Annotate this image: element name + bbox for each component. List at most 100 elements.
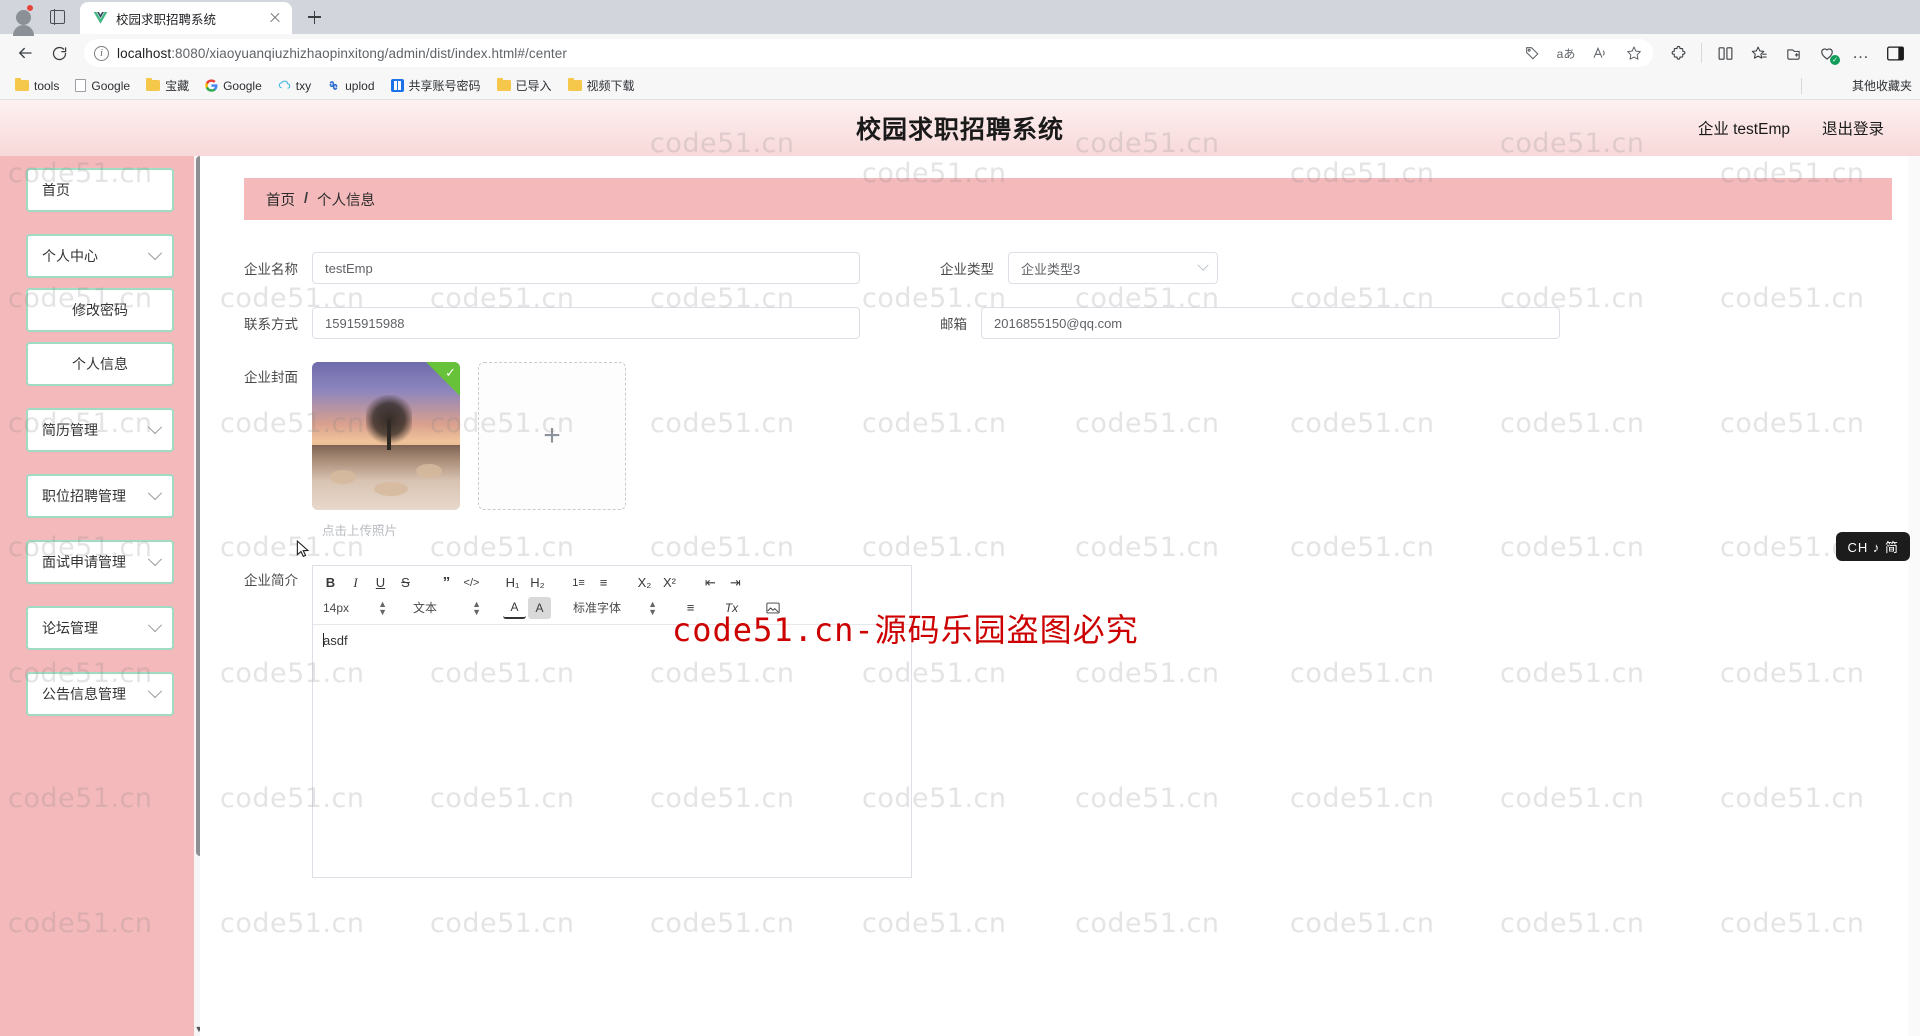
text-style-select[interactable]: 文本 ▲ ▼	[409, 597, 485, 619]
bookmark-label: Google	[91, 78, 131, 93]
content-scrollbar[interactable]	[1908, 156, 1920, 1036]
sidebar-item-label: 面试申请管理	[42, 554, 126, 570]
sidebar-item-personal-info[interactable]: 个人信息	[26, 342, 174, 386]
sidebar-item-forum-management[interactable]: 论坛管理	[26, 606, 174, 650]
contact-input[interactable]: 15915915988	[312, 307, 860, 339]
split-screen-icon[interactable]	[1710, 38, 1740, 68]
profile-button[interactable]	[6, 2, 40, 36]
company-type-field: 企业类型 企业类型3	[860, 252, 1560, 284]
address-bar[interactable]: i localhost:8080/xiaoyuanqiuzhizhaopinxi…	[84, 39, 1653, 67]
company-type-select[interactable]: 企业类型3	[1008, 252, 1218, 284]
uploaded-image-thumbnail[interactable]: ✓	[312, 362, 460, 510]
add-tab-group-icon[interactable]	[1778, 38, 1808, 68]
coupon-icon[interactable]	[1519, 40, 1545, 66]
ime-status-badge[interactable]: CH ♪ 简	[1836, 532, 1910, 561]
company-name-input[interactable]: testEmp	[312, 252, 860, 284]
clear-format-button[interactable]: Tx	[720, 597, 743, 619]
font-color-button[interactable]: A	[503, 597, 526, 619]
bookmark-label: 共享账号密码	[408, 79, 481, 93]
check-icon: ✓	[445, 365, 456, 380]
profile-notification-badge	[26, 4, 34, 12]
bookmark-item[interactable]: Google	[198, 77, 269, 95]
font-family-select[interactable]: 标准字体 ▲ ▼	[569, 597, 661, 619]
superscript-button[interactable]: X²	[658, 572, 681, 594]
sidebar-toggle-icon[interactable]	[1880, 38, 1910, 68]
bookmark-item[interactable]: 宝藏	[139, 75, 196, 96]
info-circle-icon[interactable]: i	[94, 45, 109, 61]
bookmark-item[interactable]: uplod	[320, 77, 381, 95]
contact-label: 联系方式	[244, 317, 298, 332]
close-icon[interactable]	[266, 9, 284, 27]
blue-square-icon	[390, 79, 404, 92]
reload-icon[interactable]	[44, 38, 74, 68]
outdent-button[interactable]: ⇤	[699, 572, 722, 594]
sidebar-item-resume-management[interactable]: 简历管理	[26, 408, 174, 452]
new-tab-button[interactable]	[300, 3, 328, 31]
logout-button[interactable]: 退出登录	[1822, 117, 1884, 139]
profile-form: 企业名称 testEmp 企业类型 企业类型3 联系方式 15915915988…	[200, 252, 1920, 878]
url-path: :8080/xiaoyuanqiuzhizhaopinxitong/admin/…	[171, 45, 567, 61]
chevron-down-icon	[1197, 259, 1209, 271]
address-bar-url: localhost:8080/xiaoyuanqiuzhizhaopinxito…	[117, 46, 1511, 61]
add-photo-button[interactable]: +	[478, 362, 626, 510]
browser-essentials-icon[interactable]: ✓	[1812, 38, 1842, 68]
bookmark-item[interactable]: Google	[68, 77, 137, 95]
sidebar-item-announcement-management[interactable]: 公告信息管理	[26, 672, 174, 716]
translate-icon[interactable]: aあ	[1553, 40, 1579, 66]
bookmark-item[interactable]: 已导入	[490, 75, 559, 96]
heading-1-button[interactable]: H₁	[501, 572, 524, 594]
tencent-cloud-icon	[278, 79, 291, 92]
more-options-icon[interactable]: …	[1846, 38, 1876, 68]
editor-content-area[interactable]: asdf	[313, 625, 911, 877]
underline-button[interactable]: U	[369, 572, 392, 594]
bullet-list-button[interactable]: ≡	[592, 572, 615, 594]
other-favorites-button[interactable]: 其他收藏夹	[1847, 77, 1912, 94]
bookmark-item[interactable]: tools	[8, 77, 66, 95]
bookmark-item[interactable]: 视频下载	[561, 75, 642, 96]
heading-2-button[interactable]: H₂	[526, 572, 549, 594]
breadcrumb-separator: /	[304, 191, 309, 207]
collections-icon[interactable]	[1744, 38, 1774, 68]
breadcrumb-home[interactable]: 首页	[266, 189, 295, 210]
company-name-field: 企业名称 testEmp	[200, 252, 860, 284]
back-arrow-icon[interactable]	[10, 38, 40, 68]
extensions-icon[interactable]	[1663, 38, 1693, 68]
read-aloud-icon[interactable]	[1587, 40, 1613, 66]
sidebar-item-job-recruitment[interactable]: 职位招聘管理	[26, 474, 174, 518]
image-bush	[330, 470, 356, 484]
insert-image-icon[interactable]	[761, 597, 784, 619]
background-color-button[interactable]: A	[528, 596, 551, 619]
vue-logo-icon	[92, 10, 108, 26]
bookmarks-divider	[1801, 77, 1802, 94]
sidebar-item-home[interactable]: 首页	[26, 168, 174, 212]
company-name-label: 企业名称	[244, 262, 298, 277]
email-input[interactable]: 2016855150@qq.com	[981, 307, 1560, 339]
app-header: 校园求职招聘系统 企业 testEmp 退出登录	[0, 100, 1920, 156]
bookmark-label: Google	[223, 78, 262, 93]
upload-hint: 点击上传照片	[322, 524, 398, 538]
favorite-star-icon[interactable]	[1621, 40, 1647, 66]
bookmark-item[interactable]: txy	[271, 77, 318, 95]
image-bush	[416, 464, 442, 478]
code-button[interactable]: </>	[460, 572, 483, 594]
blockquote-button[interactable]: ”	[435, 572, 458, 594]
contact-value: 15915915988	[325, 315, 405, 331]
browser-tab[interactable]: 校园求职招聘系统	[80, 2, 292, 34]
email-label: 邮箱	[940, 317, 967, 332]
align-button[interactable]: ≡	[679, 597, 702, 619]
sidebar-item-label: 个人信息	[72, 356, 128, 372]
subscript-button[interactable]: X₂	[633, 572, 656, 594]
indent-button[interactable]: ⇥	[724, 572, 747, 594]
strikethrough-button[interactable]: S	[394, 572, 417, 594]
sidebar-item-personal-center[interactable]: 个人中心	[26, 234, 174, 278]
italic-button[interactable]: I	[344, 572, 367, 594]
sidebar-item-interview-applications[interactable]: 面试申请管理	[26, 540, 174, 584]
font-size-select[interactable]: 14px ▲ ▼	[319, 597, 391, 619]
bold-button[interactable]: B	[319, 572, 342, 594]
sidebar-item-change-password[interactable]: 修改密码	[26, 288, 174, 332]
bookmark-item[interactable]: 共享账号密码	[384, 75, 488, 96]
bookmark-label: 已导入	[515, 79, 552, 93]
ordered-list-button[interactable]: 1≡	[567, 572, 590, 594]
tab-list-button[interactable]	[40, 2, 74, 32]
